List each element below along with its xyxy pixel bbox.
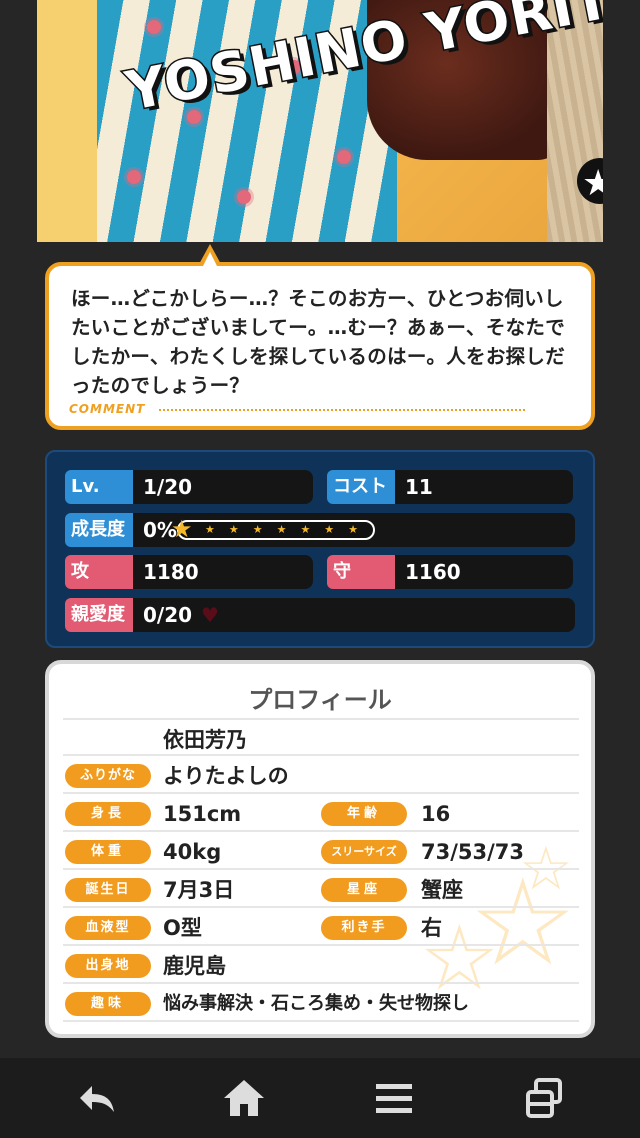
affection-value-box: 0/20 ♥ [133,598,575,632]
defense-tag: 守 [327,555,395,589]
bubble-tail-inner [202,252,218,268]
hometown-value: 鹿児島 [163,954,226,978]
height-value: 151cm [163,802,242,826]
furigana-label: ふりがな [65,764,151,788]
sign-value: 蟹座 [421,878,463,902]
age-value: 16 [421,802,451,826]
comment-label: COMMENT [69,402,146,416]
blossom-decoration [237,190,251,204]
home-button[interactable] [214,1074,274,1122]
stat-affection: 親愛度 0/20 ♥ [65,598,577,632]
weight-label: 体重 [65,840,151,864]
profile-row-furigana: ふりがな よりたよしの [63,756,579,794]
growth-value-box: 0% ★★★★★★★ ★ [133,513,575,547]
stat-growth: 成長度 0% ★★★★★★★ ★ [65,513,577,547]
home-icon [224,1080,264,1116]
sizes-label: スリーサイズ [321,840,407,864]
hand-value: 右 [421,916,442,940]
growth-bar-stars: ★★★★★★★ [205,523,373,536]
stat-cost: コスト 11 [327,470,577,504]
back-arrow-icon [80,1086,114,1112]
windows-button[interactable] [514,1074,574,1122]
level-value: 1/20 [133,470,313,504]
cost-value: 11 [395,470,573,504]
blossom-decoration [337,150,351,164]
defense-value: 1160 [395,555,573,589]
birthday-value: 7月3日 [163,878,235,902]
menu-button[interactable] [364,1074,424,1122]
level-tag: Lv. [65,470,133,504]
growth-bar: ★★★★★★★ [177,520,375,540]
heart-icon: ♥ [201,603,219,627]
age-label: 年齢 [321,802,407,826]
profile-row-weight-sizes: 体重 40kg スリーサイズ 73/53/73 [63,832,579,870]
attack-tag: 攻 [65,555,133,589]
cost-tag: コスト [327,470,395,504]
growth-tag: 成長度 [65,513,133,547]
height-label: 身長 [65,802,151,826]
blood-label: 血液型 [65,916,151,940]
hand-label: 利き手 [321,916,407,940]
stat-attack: 攻 1180 [65,555,315,589]
comment-divider [159,409,525,411]
profile-title: プロフィール [248,686,392,714]
art-background-panel [37,0,97,242]
profile-row-blood-hand: 血液型 O型 利き手 右 [63,908,579,946]
blood-value: O型 [163,916,202,940]
comment-text: ほー…どこかしらー…？そこのお方ー、ひとつお伺いしたいことがございましてー。…む… [71,287,566,397]
profile-panel: ☆ ☆ ☆ プロフィール 依田芳乃 ふりがな よりたよしの 身長 151cm 年… [45,660,595,1038]
profile-name: 依田芳乃 [163,728,247,752]
profile-row-hometown: 出身地 鹿児島 [63,946,579,984]
menu-icon [376,1084,412,1113]
sizes-value: 73/53/73 [421,840,525,864]
comment-bubble: ほー…どこかしらー…？そこのお方ー、ひとつお伺いしたいことがございましてー。…む… [45,262,595,430]
profile-row-height-age: 身長 151cm 年齢 16 [63,794,579,832]
back-button[interactable] [66,1074,126,1122]
profile-row-name: 依田芳乃 [63,718,579,756]
furigana-value: よりたよしの [163,764,289,788]
hometown-label: 出身地 [65,954,151,978]
weight-value: 40kg [163,840,222,864]
card-artwork: YOSHINO YORITA ★ [37,0,603,242]
stats-panel: Lv. 1/20 コスト 11 成長度 0% ★★★★★★★ ★ 攻 1180 … [45,450,595,648]
affection-tag: 親愛度 [65,598,133,632]
birthday-label: 誕生日 [65,878,151,902]
sign-label: 星座 [321,878,407,902]
blossom-decoration [147,20,161,34]
stat-defense: 守 1160 [327,555,577,589]
stat-level: Lv. 1/20 [65,470,315,504]
bottom-navigation [0,1058,640,1138]
profile-row-hobby: 趣味 悩み事解決・石ころ集め・失せ物探し [63,984,579,1022]
star-icon: ★ [582,163,603,204]
profile-row-birthday-sign: 誕生日 7月3日 星座 蟹座 [63,870,579,908]
idol-profile-screen: YOSHINO YORITA ★ ほー…どこかしらー…？そこのお方ー、ひとつお伺… [0,0,640,1138]
hobby-label: 趣味 [65,992,151,1016]
affection-value: 0/20 [143,603,193,627]
blossom-decoration [127,170,141,184]
attack-value: 1180 [133,555,313,589]
growth-star-icon: ★ [171,515,193,543]
hobby-value: 悩み事解決・石ころ集め・失せ物探し [163,993,469,1014]
windows-icon [526,1078,562,1118]
